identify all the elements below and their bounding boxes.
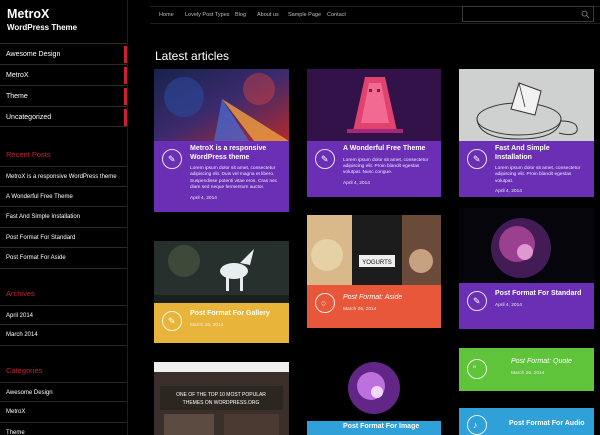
article-title[interactable]: Post Format For Audio xyxy=(495,420,588,429)
category-nav-label: Theme xyxy=(6,93,28,100)
archives-title: Archives xyxy=(6,288,35,298)
article-panel: ✎ Fast And Simple Installation Lorem ips… xyxy=(459,141,594,197)
category-nav: Awesome Design MetroX Theme Uncategorize… xyxy=(0,43,127,127)
article-panel: “ Post Format: Quote March 26, 2014 xyxy=(459,348,594,391)
category-link[interactable]: MetroX xyxy=(0,402,127,423)
category-nav-item[interactable]: Theme xyxy=(0,85,127,106)
article-date: March 26, 2014 xyxy=(511,370,545,376)
article-card[interactable]: ✎ A Wonderful Free Theme Lorem ipsum dol… xyxy=(307,69,441,197)
article-card[interactable]: ONE OF THE TOP 10 MOST POPULAR THEMES ON… xyxy=(154,362,289,435)
article-title[interactable]: Post Format For Image xyxy=(343,423,435,432)
search-icon[interactable] xyxy=(581,10,590,19)
accent-bar xyxy=(124,109,127,126)
article-image: ONE OF THE TOP 10 MOST POPULAR THEMES ON… xyxy=(154,362,289,435)
category-nav-label: MetroX xyxy=(6,72,29,79)
nav-item-blog[interactable]: Blog xyxy=(235,7,246,25)
category-nav-item[interactable]: MetroX xyxy=(0,64,127,85)
site-tagline: WordPress Theme xyxy=(7,23,78,32)
article-card[interactable]: “ Post Format: Quote March 26, 2014 xyxy=(459,348,594,391)
quote-icon: “ xyxy=(467,359,487,379)
article-title[interactable]: MetroX is a responsive WordPress theme xyxy=(190,145,283,162)
recent-post-link[interactable]: Post Format For Aside xyxy=(0,248,127,269)
site-brand[interactable]: MetroX WordPress Theme xyxy=(0,0,127,42)
category-nav-label: Awesome Design xyxy=(6,51,61,58)
category-link[interactable]: Theme xyxy=(0,423,127,435)
nav-item-lovely-post-types[interactable]: Lovely Post Types xyxy=(185,7,230,25)
recent-posts-list: MetroX is a responsive WordPress theme A… xyxy=(0,166,127,269)
pencil-icon: ✎ xyxy=(315,149,335,169)
article-panel: ✎ A Wonderful Free Theme Lorem ipsum dol… xyxy=(307,141,441,197)
svg-text:YOGURTS: YOGURTS xyxy=(362,260,392,266)
archive-link[interactable]: April 2014 xyxy=(0,304,127,325)
pencil-icon: ✎ xyxy=(467,291,487,311)
article-excerpt: Lorem ipsum dolor sit amet, consectetur … xyxy=(190,166,278,191)
pencil-icon: ✎ xyxy=(467,149,487,169)
search-input[interactable] xyxy=(462,6,594,22)
article-date: April 4, 2014 xyxy=(495,189,522,195)
article-image xyxy=(154,241,289,303)
article-panel: ✎ Post Format For Standard April 4, 2014 xyxy=(459,283,594,329)
article-title[interactable]: Post Format For Standard xyxy=(495,290,588,299)
nav-item-about-us[interactable]: About us xyxy=(257,7,279,25)
article-image xyxy=(459,208,594,283)
nav-item-contact[interactable]: Contact xyxy=(327,7,346,25)
aside-circle-icon: ○ xyxy=(315,293,335,313)
archive-link[interactable]: March 2014 xyxy=(0,325,127,346)
nav-item-home[interactable]: Home xyxy=(159,7,174,25)
svg-text:THEMES ON WORDPRESS.ORG: THEMES ON WORDPRESS.ORG xyxy=(183,400,260,406)
recent-posts-title: Recent Posts xyxy=(6,150,51,159)
article-date: April 4, 2014 xyxy=(495,302,522,308)
accent-bar xyxy=(124,67,127,84)
article-card[interactable]: ✎ MetroX is a responsive WordPress theme… xyxy=(154,69,289,212)
article-date: March 26, 2014 xyxy=(343,306,377,312)
article-title[interactable]: A Wonderful Free Theme xyxy=(343,145,435,154)
article-title[interactable]: Post Format For Gallery xyxy=(190,310,283,319)
article-panel: ♪ Post Format For Audio xyxy=(459,408,594,435)
article-date: April 4, 2014 xyxy=(190,195,217,201)
article-card[interactable]: Post Format For Image xyxy=(307,346,441,435)
recent-post-link[interactable]: Fast And Simple Installation xyxy=(0,207,127,228)
article-image xyxy=(154,69,289,141)
article-panel: ✎ MetroX is a responsive WordPress theme… xyxy=(154,141,289,212)
article-title[interactable]: Fast And Simple Installation xyxy=(495,145,588,162)
nav-item-sample-page[interactable]: Sample Page xyxy=(288,7,321,25)
article-date: March 26, 2014 xyxy=(190,322,224,328)
pencil-icon: ✎ xyxy=(162,149,182,169)
article-image: YOGURTS xyxy=(307,215,441,285)
article-card[interactable]: ✎ Post Format For Standard April 4, 2014 xyxy=(459,208,594,329)
article-panel: ○ Post Format: Aside March 26, 2014 xyxy=(307,285,441,328)
article-excerpt: Lorem ipsum dolor sit amet, consectetur … xyxy=(343,157,429,176)
music-note-icon: ♪ xyxy=(467,415,487,435)
category-nav-item[interactable]: Awesome Design xyxy=(0,43,127,64)
site-title[interactable]: MetroX xyxy=(7,7,120,21)
recent-post-link[interactable]: MetroX is a responsive WordPress theme xyxy=(0,166,127,187)
recent-post-link[interactable]: Post Format For Standard xyxy=(0,228,127,248)
pencil-icon: ✎ xyxy=(162,311,182,331)
sidebar: MetroX WordPress Theme Awesome Design Me… xyxy=(0,0,128,435)
categories-title: Categories xyxy=(6,365,43,375)
article-card[interactable]: ♪ Post Format For Audio xyxy=(459,408,594,435)
article-card[interactable]: ✎ Post Format For Gallery March 26, 2014 xyxy=(154,241,289,343)
article-image xyxy=(459,69,594,141)
recent-post-link[interactable]: A Wonderful Free Theme xyxy=(0,187,127,207)
page-title: Latest articles xyxy=(155,49,230,63)
category-nav-item[interactable]: Uncategorized xyxy=(0,106,127,127)
categories-list: Awesome Design MetroX Theme xyxy=(0,381,127,435)
archives-list: April 2014 March 2014 xyxy=(0,304,127,346)
article-panel: Post Format For Image xyxy=(307,421,441,435)
article-card[interactable]: YOGURTS ○ Post Format: Aside March 26, 2… xyxy=(307,215,441,328)
article-excerpt: Lorem ipsum dolor sit amet, consectetur … xyxy=(495,166,581,184)
article-date: April 4, 2014 xyxy=(343,180,370,186)
article-card[interactable]: ✎ Fast And Simple Installation Lorem ips… xyxy=(459,69,594,197)
accent-bar xyxy=(124,46,127,63)
svg-text:ONE OF THE TOP 10 MOST POPULAR: ONE OF THE TOP 10 MOST POPULAR xyxy=(176,392,266,398)
article-title[interactable]: Post Format: Quote xyxy=(495,358,588,367)
category-nav-label: Uncategorized xyxy=(6,114,52,121)
article-title[interactable]: Post Format: Aside xyxy=(343,294,435,303)
article-panel: ✎ Post Format For Gallery March 26, 2014 xyxy=(154,303,289,343)
accent-bar xyxy=(124,88,127,105)
article-image xyxy=(307,69,441,141)
category-link[interactable]: Awesome Design xyxy=(0,381,127,402)
